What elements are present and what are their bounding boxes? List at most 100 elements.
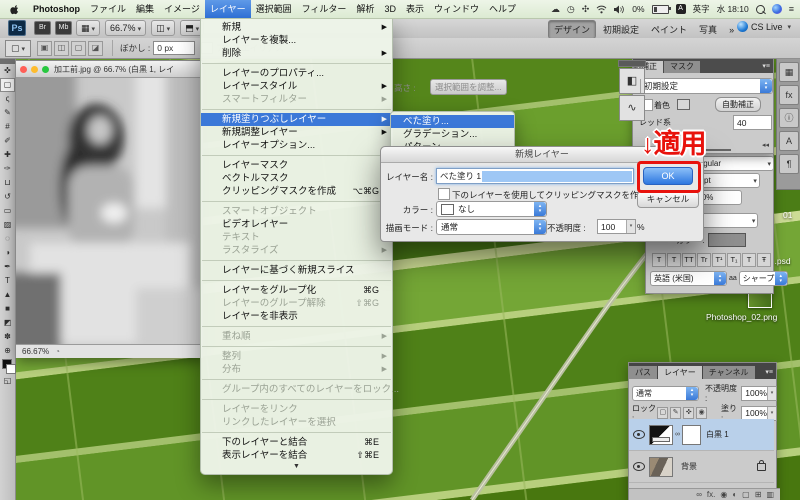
new-layer-icon[interactable]: ⊞ (755, 489, 762, 500)
desktop-file-name[interactable]: Photoshop_02.png (706, 312, 777, 322)
menubar-item-0[interactable]: Photoshop (28, 0, 85, 18)
panel-footer-icons[interactable]: ◂◂ (762, 141, 769, 149)
menubar-item-6[interactable]: フィルター (297, 0, 352, 18)
menu-item-merge-visible[interactable]: 表示レイヤーを結合 ⇧⌘E (201, 449, 392, 462)
menu-item-select-linked-layers[interactable]: リンクしたレイヤーを選択 (201, 416, 392, 429)
arrange-documents-button[interactable]: ◫ ▾ (151, 20, 176, 36)
add-mask-icon[interactable]: ◉ (720, 489, 727, 500)
gradient-tool[interactable]: ▨ (0, 218, 15, 232)
feather-input[interactable]: 0 px (153, 41, 196, 55)
input-source-label[interactable]: 英字 (693, 3, 710, 15)
menu-item-merge-down[interactable]: 下のレイヤーと結合 ⌘E (201, 436, 392, 449)
menu-item-new-fill-layer[interactable]: 新規塗りつぶしレイヤー ▶ (201, 113, 392, 126)
workspace-button-3[interactable]: 写真 (694, 21, 722, 38)
path-selection-tool[interactable]: ▲ (0, 288, 15, 302)
adjustments-panel-icon[interactable]: ◧ (619, 68, 645, 94)
panel-grip[interactable] (618, 60, 646, 67)
workspace-button-2[interactable]: ペイント (646, 21, 692, 38)
brush-tool[interactable]: ✑ (0, 162, 15, 176)
menu-item-lock-all-layers-in-group[interactable]: グループ内のすべてのレイヤーをロック... (201, 383, 399, 396)
menu-item-vector-mask[interactable]: ベクトルマスク▶ (201, 172, 392, 185)
layer-opacity-input[interactable]: 100% ▾ (741, 385, 777, 401)
tint-swatch[interactable] (677, 99, 690, 110)
menu-item-smart-filter[interactable]: スマートフィルター ▶ (201, 93, 392, 106)
apple-logo-icon[interactable] (9, 4, 20, 15)
cancel-button[interactable]: キャンセル (637, 191, 699, 208)
zoom-button[interactable] (42, 65, 49, 73)
visibility-eye-icon[interactable] (633, 430, 645, 439)
minimize-button[interactable] (31, 65, 38, 73)
text-style-button-5[interactable]: T₁ (727, 253, 741, 267)
menubar-item-5[interactable]: 選択範囲 (251, 0, 297, 18)
document-title-bar[interactable]: 加工前.jpg @ 66.7% (白黒 1, レイ (16, 61, 202, 78)
menu-item-create-clipping-mask[interactable]: クリッピングマスクを作成 ⌥⌘G (201, 185, 392, 198)
type-tool[interactable]: T (0, 274, 15, 288)
rectangular-marquee-tool[interactable]: ▢ (0, 78, 15, 92)
menu-item-video-layer[interactable]: ビデオレイヤー▶ (201, 218, 392, 231)
paragraph-panel-icon[interactable]: ¶ (779, 154, 799, 174)
menu-item-align[interactable]: 整列 ▶ (201, 350, 392, 363)
panel-menu-icon[interactable]: ▾≡ (762, 61, 773, 73)
bw-preset-dropdown[interactable]: 初期設定 ▴ ▾ (639, 78, 773, 94)
time-machine-icon[interactable]: ◷ (567, 0, 575, 18)
text-style-button-6[interactable]: T (742, 253, 756, 267)
swatches-panel-icon[interactable]: ▦ (779, 62, 799, 82)
menu-item-delete[interactable]: 削除 ▶ (201, 47, 392, 60)
battery-icon[interactable] (651, 4, 671, 14)
menu-item-arrange[interactable]: 重ね順 ▶ (201, 330, 392, 343)
menu-item-link-layers[interactable]: レイヤーをリンク (201, 403, 392, 416)
history-brush-tool[interactable]: ↺ (0, 190, 15, 204)
intersect-selection-icon[interactable]: ◪ (88, 40, 103, 56)
siri-icon[interactable] (771, 4, 782, 14)
layer-name-input[interactable]: べた塗り 1 (436, 168, 634, 184)
panel-menu-icon[interactable]: ▾≡ (765, 367, 776, 379)
layer-name[interactable]: 背景 (681, 461, 697, 472)
shape-tool[interactable]: ■ (0, 302, 15, 316)
menu-item-type[interactable]: テキスト▶ (201, 231, 392, 244)
menubar-item-2[interactable]: 編集 (131, 0, 159, 18)
dodge-tool[interactable]: ◑ (0, 246, 15, 260)
menu-item-distribute[interactable]: 分布 ▶ (201, 363, 392, 376)
menu-item-layer-mask[interactable]: レイヤーマスク▶ (201, 159, 392, 172)
auto-correct-button[interactable]: 自動補正 (715, 97, 761, 112)
styles-panel-icon[interactable]: fx (779, 85, 799, 105)
color-swatches[interactable] (0, 358, 16, 374)
desktop-file-fragment[interactable]: 01 (783, 210, 792, 220)
3d-rotate-tool[interactable]: ◩ (0, 316, 15, 330)
text-style-button-0[interactable]: T (652, 253, 666, 267)
layer-row-background[interactable]: 背景 (629, 451, 774, 483)
antialias-dropdown[interactable]: シャープ ▴ ▾ (738, 271, 788, 286)
quick-mask-button[interactable]: ◱ (0, 374, 15, 388)
tab-masks[interactable]: マスク (664, 61, 700, 73)
pen-tool[interactable]: ✒ (0, 260, 15, 274)
menu-item-rasterize[interactable]: ラスタライズ ▶ (201, 244, 392, 257)
tab-0[interactable]: パス (629, 366, 657, 379)
menubar-item-7[interactable]: 解析 (351, 0, 379, 18)
mini-bridge-icon[interactable]: Mb (55, 21, 72, 35)
icloud-icon[interactable]: ☁ (551, 0, 560, 18)
menu-item-duplicate-layer[interactable]: レイヤーを複製... (201, 34, 392, 47)
menubar-item-10[interactable]: ウィンドウ (429, 0, 484, 18)
layer-row-bw1[interactable]: ∞ 白黒 1 (629, 419, 774, 451)
submenu-item-solid-color[interactable]: べた塗り... (391, 115, 514, 128)
menu-scroll-down-icon[interactable]: ▼ (201, 462, 392, 474)
clipping-mask-checkbox[interactable] (438, 188, 450, 200)
document-zoom-level[interactable]: 66.67% (22, 345, 49, 358)
bridge-icon[interactable]: Br (34, 21, 51, 35)
keyboard-brightness-icon[interactable]: ✣ (582, 0, 590, 18)
quick-selection-tool[interactable]: ✎ (0, 106, 15, 120)
workspace-button-0[interactable]: デザイン (548, 20, 597, 39)
visibility-eye-icon[interactable] (633, 462, 645, 471)
menu-item-group-layers[interactable]: レイヤーをグループ化 ⌘G (201, 284, 392, 297)
menu-item-hide-layers[interactable]: レイヤーを非表示 (201, 310, 392, 323)
tab-2[interactable]: チャンネル (702, 366, 755, 379)
blur-tool[interactable]: ◌ (0, 232, 15, 246)
menu-item-new-layer-based-slice[interactable]: レイヤーに基づく新規スライス (201, 264, 392, 277)
menu-item-smart-object[interactable]: スマートオブジェクト▶ (201, 205, 392, 218)
bw-adjustment-thumbnail[interactable] (649, 424, 673, 445)
menu-item-layer-style[interactable]: レイヤースタイル ▶ (201, 80, 392, 93)
language-dropdown[interactable]: 英語 (米国) ▴ ▾ (650, 271, 727, 286)
workspace-button-1[interactable]: 初期設定 (598, 21, 644, 38)
menubar-item-4[interactable]: レイヤー (204, 0, 251, 18)
color-dropdown[interactable]: なし ▴ ▾ (436, 201, 547, 217)
